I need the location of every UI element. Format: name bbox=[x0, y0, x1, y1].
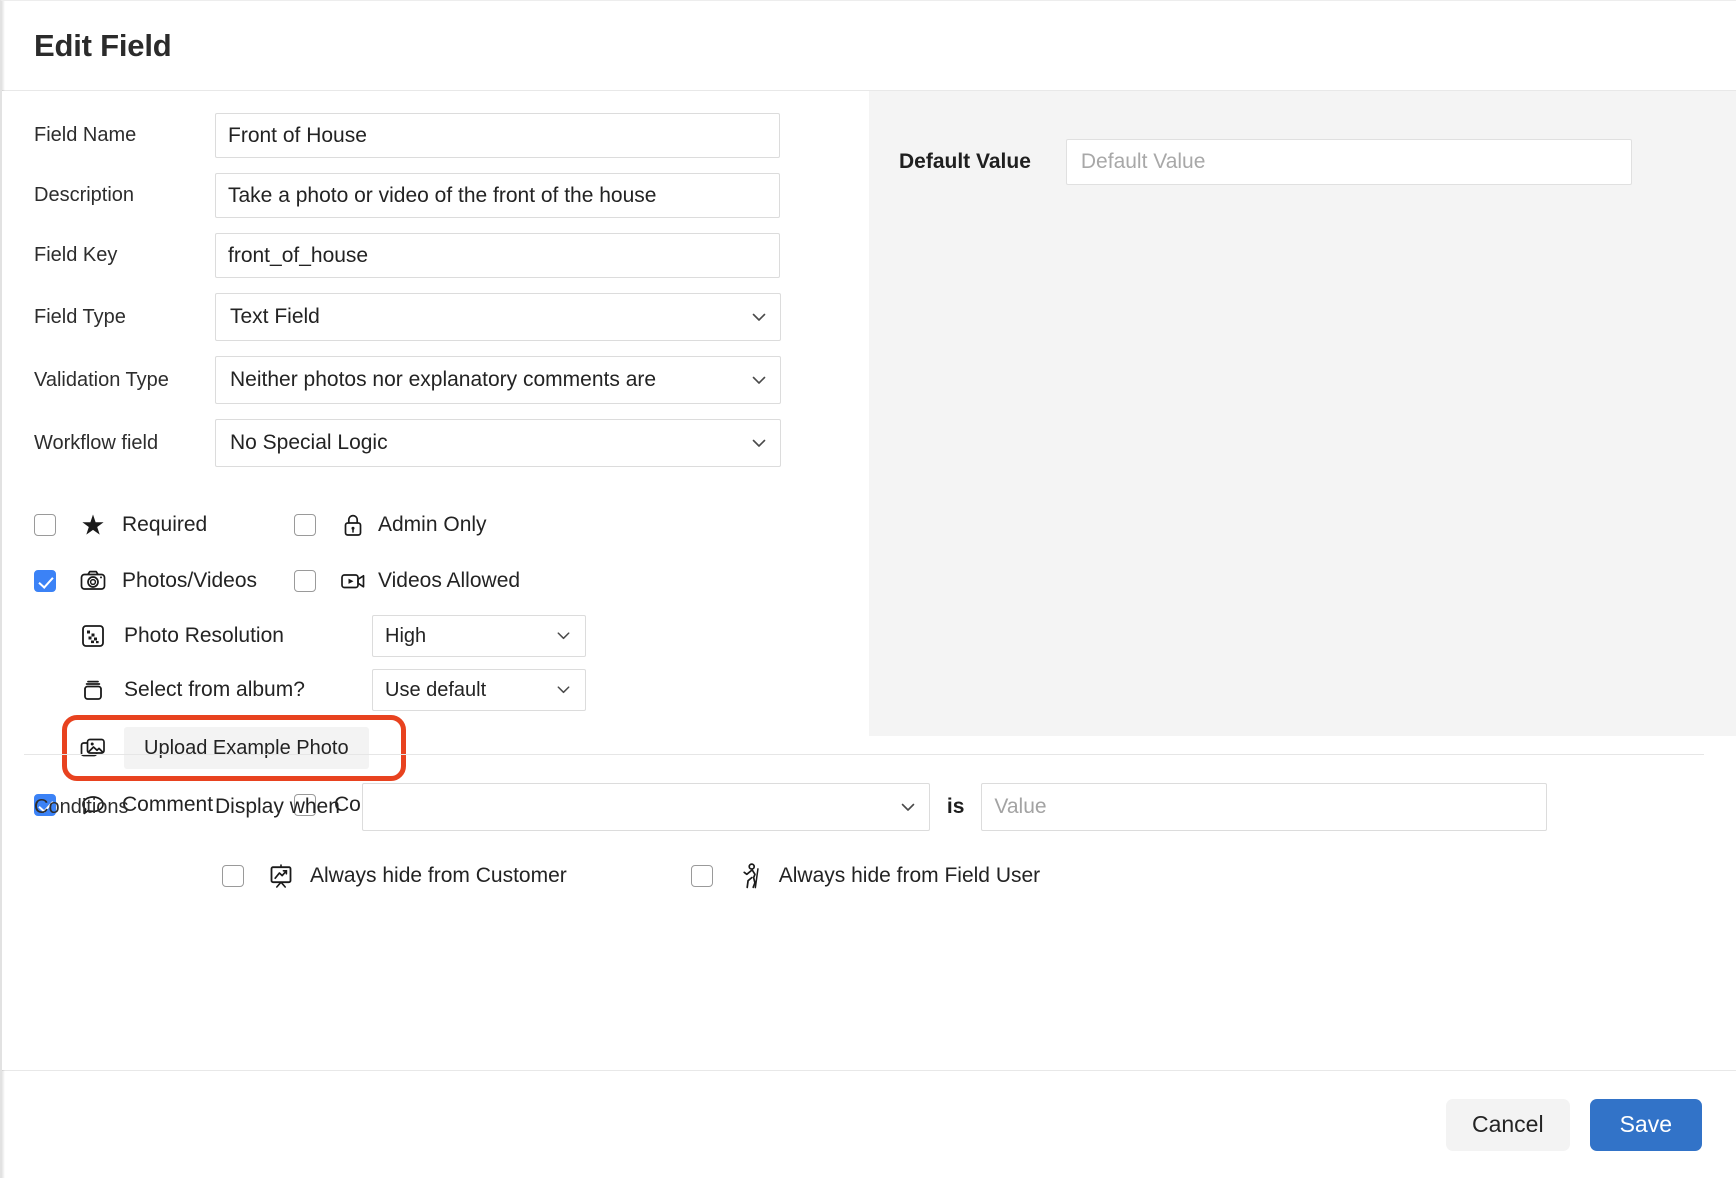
required-checkbox[interactable] bbox=[34, 514, 56, 536]
hide-from-customer-option[interactable]: Always hide from Customer bbox=[222, 861, 567, 891]
right-default-pane: Default Value bbox=[868, 91, 1736, 736]
condition-is-label: is bbox=[947, 795, 965, 819]
display-when-value bbox=[362, 783, 930, 831]
lock-icon bbox=[338, 510, 368, 540]
conditions-section: Conditions Display when is bbox=[2, 736, 1736, 891]
photo-resolution-select[interactable]: High bbox=[372, 615, 586, 657]
edit-field-modal: Edit Field Field Name Description Field … bbox=[0, 0, 1736, 1178]
select-from-album-select[interactable]: Use default bbox=[372, 669, 586, 711]
hide-from-field-user-checkbox[interactable] bbox=[691, 865, 713, 887]
admin-only-label: Admin Only bbox=[378, 513, 487, 537]
admin-only-checkbox[interactable] bbox=[294, 514, 316, 536]
photos-videos-label: Photos/Videos bbox=[122, 569, 257, 593]
video-camera-icon bbox=[338, 566, 368, 596]
select-from-album-row: Select from album? Use default bbox=[34, 663, 868, 717]
condition-value-input[interactable] bbox=[981, 783, 1547, 831]
field-type-value: Text Field bbox=[215, 293, 781, 341]
validation-type-select[interactable]: Neither photos nor explanatory comments … bbox=[215, 356, 781, 404]
display-when-label: Display when bbox=[215, 795, 340, 819]
presentation-chart-icon bbox=[266, 861, 296, 891]
admin-only-option[interactable]: Admin Only bbox=[294, 510, 487, 540]
workflow-field-select[interactable]: No Special Logic bbox=[215, 419, 781, 467]
conditions-title: Conditions bbox=[34, 796, 215, 819]
validation-type-value: Neither photos nor explanatory comments … bbox=[215, 356, 781, 404]
field-type-row: Field Type Text Field bbox=[2, 293, 868, 341]
cancel-button[interactable]: Cancel bbox=[1446, 1099, 1570, 1151]
photos-videos-option[interactable]: Photos/Videos bbox=[34, 566, 294, 596]
required-option[interactable]: Required bbox=[34, 510, 294, 540]
validation-type-label: Validation Type bbox=[34, 369, 215, 392]
select-from-album-value: Use default bbox=[372, 669, 586, 711]
option-row-required: Required Admin Only bbox=[34, 497, 868, 553]
description-row: Description bbox=[2, 173, 868, 218]
modal-header: Edit Field bbox=[2, 1, 1736, 91]
hide-from-field-user-option[interactable]: Always hide from Field User bbox=[691, 861, 1040, 891]
section-divider bbox=[24, 754, 1704, 755]
default-value-input[interactable] bbox=[1066, 139, 1632, 185]
validation-type-row: Validation Type Neither photos nor expla… bbox=[2, 356, 868, 404]
page-title: Edit Field bbox=[34, 28, 172, 64]
videos-allowed-option[interactable]: Videos Allowed bbox=[294, 566, 520, 596]
description-input[interactable] bbox=[215, 173, 780, 218]
workflow-field-row: Workflow field No Special Logic bbox=[2, 419, 868, 467]
display-when-row: Conditions Display when is bbox=[34, 783, 1736, 831]
field-name-row: Field Name bbox=[2, 113, 868, 158]
field-type-label: Field Type bbox=[34, 306, 215, 329]
field-key-label: Field Key bbox=[34, 244, 215, 267]
star-icon bbox=[78, 510, 108, 540]
required-label: Required bbox=[122, 513, 207, 537]
left-form-pane: Field Name Description Field Key Field T… bbox=[2, 91, 868, 1070]
modal-footer: Cancel Save bbox=[2, 1070, 1736, 1178]
display-when-select[interactable] bbox=[362, 783, 930, 831]
videos-allowed-checkbox[interactable] bbox=[294, 570, 316, 592]
camera-icon bbox=[78, 566, 108, 596]
save-button[interactable]: Save bbox=[1590, 1099, 1702, 1151]
hiking-person-icon bbox=[735, 861, 765, 891]
field-name-input[interactable] bbox=[215, 113, 780, 158]
select-from-album-label: Select from album? bbox=[124, 678, 372, 702]
default-value-label: Default Value bbox=[899, 150, 1031, 174]
hide-from-field-user-label: Always hide from Field User bbox=[779, 864, 1040, 888]
resolution-icon bbox=[78, 621, 108, 651]
videos-allowed-label: Videos Allowed bbox=[378, 569, 520, 593]
photos-videos-checkbox[interactable] bbox=[34, 570, 56, 592]
hide-from-customer-checkbox[interactable] bbox=[222, 865, 244, 887]
album-icon bbox=[78, 675, 108, 705]
hide-from-customer-label: Always hide from Customer bbox=[310, 864, 567, 888]
default-value-row: Default Value bbox=[869, 119, 1736, 185]
option-row-photos: Photos/Videos Videos Allowed bbox=[34, 553, 868, 609]
workflow-field-value: No Special Logic bbox=[215, 419, 781, 467]
description-label: Description bbox=[34, 184, 215, 207]
photo-resolution-label: Photo Resolution bbox=[124, 624, 372, 648]
photo-resolution-value: High bbox=[372, 615, 586, 657]
field-key-input[interactable] bbox=[215, 233, 780, 278]
photo-resolution-row: Photo Resolution High bbox=[34, 609, 868, 663]
modal-body: Field Name Description Field Key Field T… bbox=[2, 91, 1736, 1070]
hide-options-row: Always hide from Customer A bbox=[34, 861, 1736, 891]
field-type-select[interactable]: Text Field bbox=[215, 293, 781, 341]
field-name-label: Field Name bbox=[34, 124, 215, 147]
workflow-field-label: Workflow field bbox=[34, 432, 215, 455]
field-key-row: Field Key bbox=[2, 233, 868, 278]
